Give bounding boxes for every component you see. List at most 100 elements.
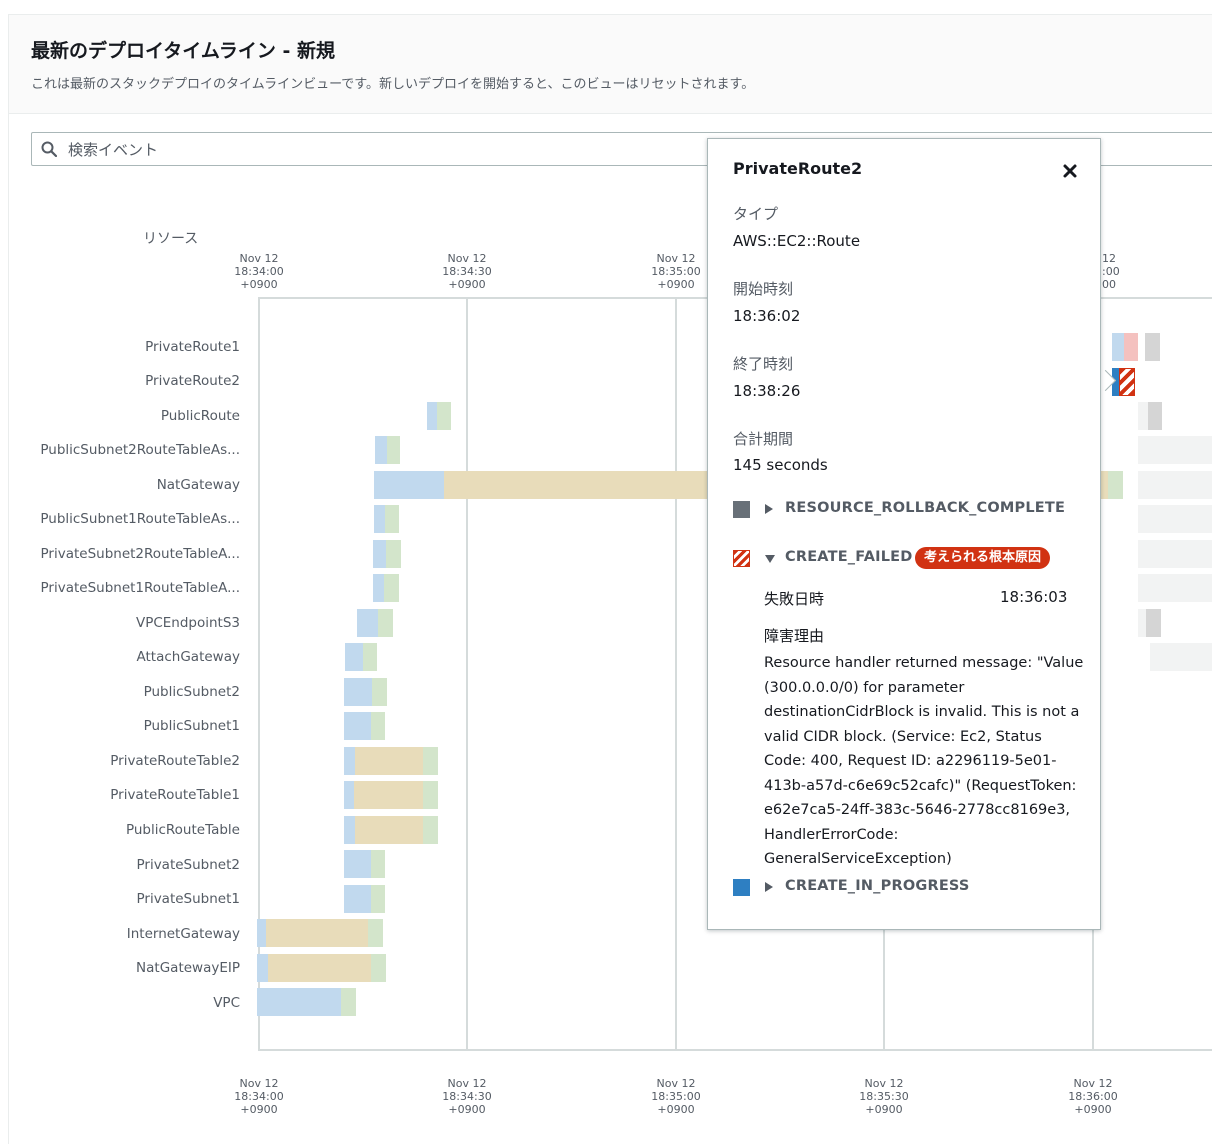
timeline-bar-privatesubnet2routetableassoc-complete[interactable]: [386, 540, 401, 568]
status-swatch: [733, 501, 750, 518]
timeline-bar-privatesubnet1routetableassoc-complete[interactable]: [384, 574, 399, 602]
root-cause-badge: 考えられる根本原因: [915, 547, 1051, 569]
timeline-bar-publicsubnet1routetableassoc-delete[interactable]: [1138, 505, 1212, 533]
timeline-bar-publicsubnet2[interactable]: [344, 678, 372, 706]
status-rollback-complete[interactable]: RESOURCE_ROLLBACK_COMPLETE: [733, 499, 1073, 521]
timeline-bar-publicroute[interactable]: [427, 402, 437, 430]
resource-detail-popover: PrivateRoute2 タイプ AWS::EC2::Route 開始時刻 1…: [707, 138, 1101, 930]
timeline-bar-privatesubnet1-complete[interactable]: [371, 885, 385, 913]
type-label: タイプ: [733, 205, 779, 223]
status-create-in-progress[interactable]: CREATE_IN_PROGRESS: [733, 877, 1073, 899]
timeline-bar-internetgateway-wait[interactable]: [266, 919, 368, 947]
timeline-bar-vpcendpoints3[interactable]: [357, 609, 378, 637]
timeline-bar-attachgateway-delete[interactable]: [1150, 643, 1212, 671]
timeline-bar-internetgateway[interactable]: [257, 919, 266, 947]
timeline-bar-natgateway-delete[interactable]: [1138, 471, 1212, 499]
timeline-bar-privateroutetable2-complete[interactable]: [423, 747, 438, 775]
gridline: [675, 298, 677, 1050]
resource-label: PublicSubnet2RouteTableAs...: [40, 442, 240, 458]
timeline-bar-publicsubnet2routetableassoc-delete[interactable]: [1138, 436, 1212, 464]
timeline-bar-natgatewayeip-wait[interactable]: [268, 954, 371, 982]
timeline-bar-internetgateway-complete[interactable]: [368, 919, 383, 947]
timeline-bar-natgatewayeip[interactable]: [257, 954, 268, 982]
timeline-bar-publicsubnet1[interactable]: [344, 712, 371, 740]
timeline-bar-publicroutetable-wait[interactable]: [355, 816, 423, 844]
timeline-bar-attachgateway-complete[interactable]: [363, 643, 377, 671]
timeline-bar-vpcendpoints3-rollback[interactable]: [1146, 609, 1161, 637]
top-tick-3: 12:00 00: [1102, 252, 1120, 291]
status-label: RESOURCE_ROLLBACK_COMPLETE: [785, 500, 1066, 516]
resource-label: PrivateRouteTable2: [110, 753, 240, 769]
page-subtitle: これは最新のスタックデプロイのタイムラインビューです。新しいデプロイを開始すると…: [31, 77, 755, 92]
bottom-tick-2: Nov 12 18:35:00 +0900: [651, 1077, 701, 1116]
timeline-bar-natgateway-wait-tail[interactable]: [1100, 471, 1108, 499]
timeline-bar-privateroutetable1[interactable]: [344, 781, 354, 809]
timeline-bar-publicsubnet1routetableassoc-complete[interactable]: [385, 505, 399, 533]
timeline-bar-privateroute1-failed[interactable]: [1124, 333, 1138, 361]
timeline-bar-vpc-complete[interactable]: [341, 988, 356, 1016]
timeline-bar-privateroute1-rollback[interactable]: [1145, 333, 1160, 361]
timeline-bar-privatesubnet2routetableassoc-delete[interactable]: [1138, 540, 1212, 568]
timeline-bar-vpcendpoints3-delete[interactable]: [1138, 609, 1146, 637]
resource-label: PrivateSubnet2RouteTableA...: [40, 546, 240, 562]
resource-label: PrivateSubnet1: [136, 891, 240, 907]
resource-label: PrivateRoute2: [145, 373, 240, 389]
resource-label: NatGateway: [156, 477, 240, 493]
resource-label: PrivateRoute1: [145, 339, 240, 355]
bottom-tick-3: Nov 12 18:35:30 +0900: [859, 1077, 909, 1116]
status-create-failed[interactable]: CREATE_FAILED 考えられる根本原因: [733, 547, 1073, 570]
collapse-caret-icon[interactable]: [765, 555, 775, 563]
timeline-bar-publicsubnet1-complete[interactable]: [371, 712, 385, 740]
timeline-bar-publicroutetable-complete[interactable]: [423, 816, 438, 844]
bottom-tick-0: Nov 12 18:34:00 +0900: [234, 1077, 284, 1116]
top-tick-1: Nov 12 18:34:30 +0900: [442, 252, 492, 291]
resource-label: PublicRouteTable: [125, 822, 240, 838]
status-label: CREATE_IN_PROGRESS: [785, 878, 970, 894]
timeline-bar-publicsubnet2routetableassoc[interactable]: [375, 436, 387, 464]
timeline-bar-vpcendpoints3-complete[interactable]: [378, 609, 393, 637]
timeline-bar-privatesubnet2routetableassoc[interactable]: [373, 540, 386, 568]
timeline-bar-natgateway-wait[interactable]: [444, 471, 708, 499]
panel-header: 最新のデプロイタイムライン - 新規 これは最新のスタックデプロイのタイムライン…: [9, 15, 1212, 114]
timeline-bar-privateroutetable1-wait[interactable]: [354, 781, 423, 809]
timeline-bar-publicsubnet2routetableassoc-complete[interactable]: [387, 436, 400, 464]
search-input[interactable]: [68, 139, 668, 161]
resource-label: PrivateSubnet1RouteTableA...: [40, 580, 240, 596]
timeline-bar-natgateway[interactable]: [374, 471, 444, 499]
type-value: AWS::EC2::Route: [733, 232, 861, 250]
page-title: 最新のデプロイタイムライン - 新規: [31, 40, 336, 62]
resource-label: VPCEndpointS3: [135, 615, 240, 631]
timeline-bar-publicroutetable[interactable]: [344, 816, 355, 844]
expand-caret-icon[interactable]: [765, 504, 773, 514]
expand-caret-icon[interactable]: [765, 882, 773, 892]
timeline-bar-privateroute2-failed[interactable]: [1119, 368, 1135, 396]
timeline-bar-privateroutetable2[interactable]: [344, 747, 355, 775]
timeline-bar-publicsubnet2-complete[interactable]: [372, 678, 387, 706]
end-time-value: 18:38:26: [733, 382, 801, 400]
timeline-bar-publicsubnet1routetableassoc[interactable]: [374, 505, 385, 533]
gridline: [466, 298, 468, 1050]
timeline-bar-privateroute1[interactable]: [1112, 333, 1124, 361]
resource-label: NatGatewayEIP: [136, 960, 240, 976]
resource-label: PrivateRouteTable1: [110, 787, 240, 803]
duration-label: 合計期間: [733, 430, 794, 448]
resource-label: VPC: [213, 995, 240, 1011]
timeline-bar-privateroutetable1-complete[interactable]: [423, 781, 438, 809]
timeline-bar-vpc[interactable]: [257, 988, 341, 1016]
bottom-tick-4: Nov 12 18:36:00 +0900: [1068, 1077, 1118, 1116]
timeline-bar-natgatewayeip-complete[interactable]: [371, 954, 386, 982]
timeline-bar-privatesubnet2-complete[interactable]: [371, 850, 385, 878]
close-icon[interactable]: [1060, 161, 1080, 181]
start-time-label: 開始時刻: [733, 280, 794, 298]
timeline-bar-publicroute-rollback[interactable]: [1148, 402, 1162, 430]
search-icon: [41, 141, 57, 157]
timeline-bar-publicroute-complete[interactable]: [437, 402, 451, 430]
timeline-bar-privatesubnet1[interactable]: [344, 885, 371, 913]
timeline-bar-attachgateway[interactable]: [345, 643, 363, 671]
timeline-bar-privateroutetable2-wait[interactable]: [355, 747, 423, 775]
timeline-bar-natgateway-complete[interactable]: [1108, 471, 1123, 499]
timeline-bar-privatesubnet1routetableassoc-delete[interactable]: [1138, 574, 1212, 602]
resource-label: PublicRoute: [160, 408, 240, 424]
timeline-bar-privatesubnet2[interactable]: [344, 850, 371, 878]
timeline-bar-privatesubnet1routetableassoc[interactable]: [373, 574, 384, 602]
